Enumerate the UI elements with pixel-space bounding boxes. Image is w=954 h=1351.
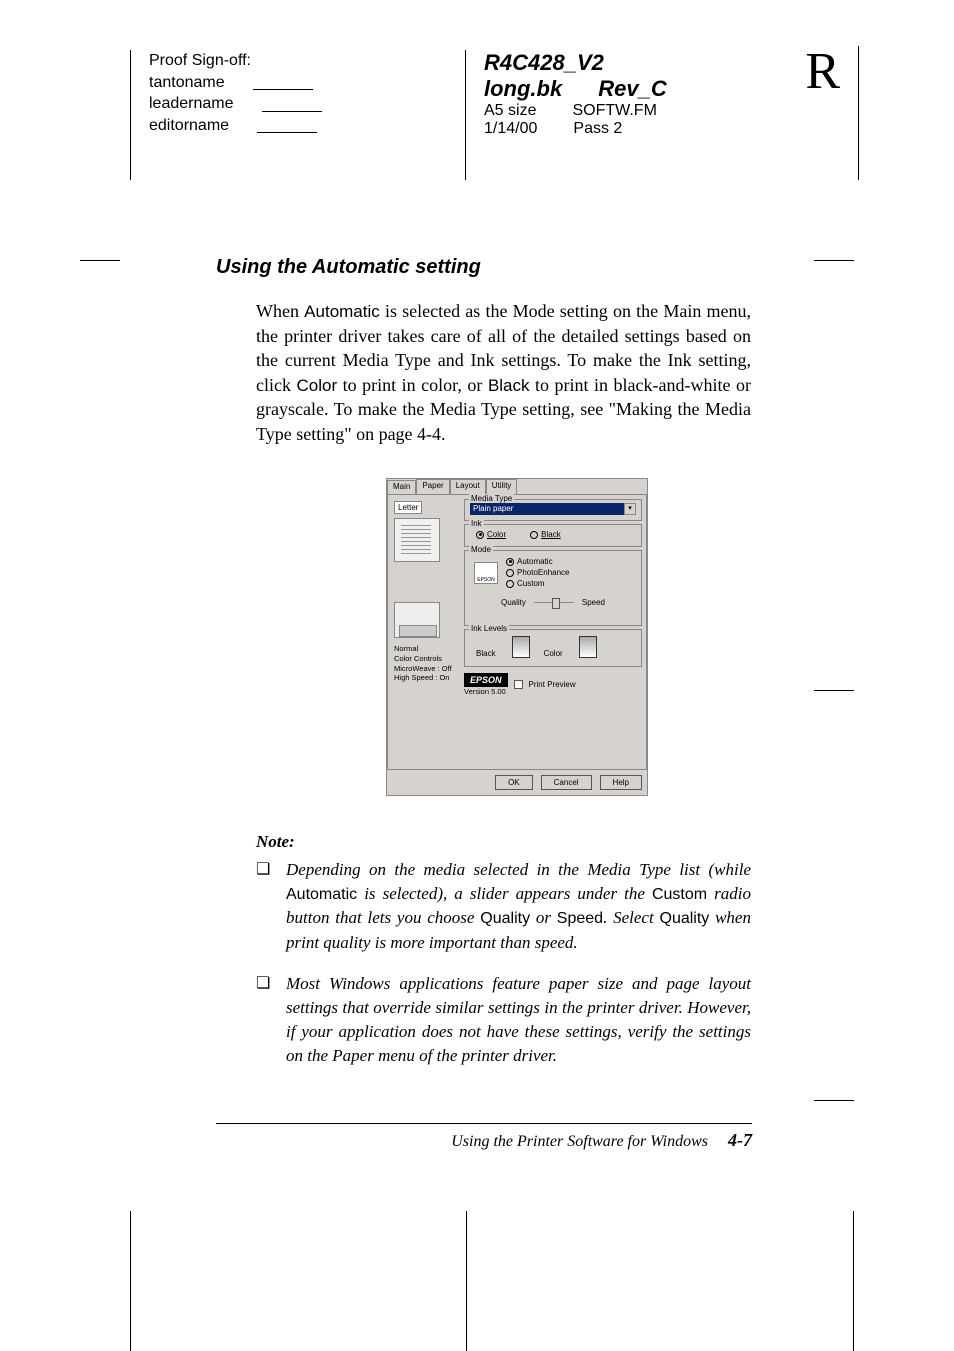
- proof-signoff-box: Proof Sign-off: tantoname leadername edi…: [130, 50, 322, 180]
- leadername-blank: [262, 90, 322, 112]
- tab-utility[interactable]: Utility: [486, 479, 518, 494]
- ok-button[interactable]: OK: [495, 775, 533, 790]
- print-preview-checkbox[interactable]: [514, 680, 523, 689]
- doc-info-box: R4C428_V2 long.bk Rev_C A5 size SOFTW.FM…: [465, 50, 667, 180]
- page-footer: Using the Printer Software for Windows 4…: [216, 1123, 752, 1151]
- bullet-icon: ❏: [256, 972, 272, 1067]
- quality-speed-slider[interactable]: [534, 602, 574, 603]
- printer-preview-icon: [394, 602, 440, 638]
- ink-color-radio[interactable]: Color: [476, 530, 506, 539]
- paper-size-badge: Letter: [394, 501, 422, 514]
- ink-color-bar: [579, 636, 597, 658]
- note-item-2: ❏ Most Windows applications feature pape…: [256, 972, 751, 1067]
- print-preview-label: Print Preview: [529, 680, 576, 689]
- dialog-screenshot: Main Paper Layout Utility Letter Normal …: [386, 478, 751, 796]
- tab-paper[interactable]: Paper: [416, 479, 449, 494]
- note-heading: Note:: [256, 832, 751, 852]
- doc-file: long.bk: [484, 76, 562, 102]
- page-side-marker: R: [805, 46, 859, 180]
- bullet-icon: ❏: [256, 858, 272, 954]
- mode-custom-radio[interactable]: Custom: [506, 578, 570, 589]
- ink-black-radio[interactable]: Black: [530, 530, 561, 539]
- media-type-fieldset: Media Type Plain paper ▾: [464, 499, 642, 521]
- ink-levels-fieldset: Ink Levels Black Color: [464, 629, 642, 667]
- tantoname-label: tantoname: [149, 72, 225, 94]
- epson-badge: EPSON: [464, 673, 508, 687]
- mode-automatic-radio[interactable]: Automatic: [506, 556, 570, 567]
- doc-fm: SOFTW.FM: [572, 102, 656, 120]
- tantoname-blank: [253, 69, 313, 91]
- footer-text: Using the Printer Software for Windows: [451, 1133, 708, 1150]
- editorname-blank: [257, 112, 317, 134]
- version-label: Version 5.00: [464, 687, 508, 696]
- doc-pass: Pass 2: [573, 120, 622, 138]
- mode-fieldset: Mode EPSON Automatic PhotoEnhance Custom…: [464, 550, 642, 626]
- page-number: 4-7: [728, 1130, 752, 1150]
- help-button[interactable]: Help: [600, 775, 642, 790]
- cancel-button[interactable]: Cancel: [541, 775, 592, 790]
- doc-code: R4C428_V2: [484, 50, 667, 76]
- status-lines: Normal Color Controls MicroWeave : Off H…: [394, 644, 460, 683]
- mode-epson-icon: EPSON: [474, 562, 498, 584]
- dropdown-arrow-icon[interactable]: ▾: [624, 503, 636, 515]
- editorname-label: editorname: [149, 115, 229, 137]
- ink-black-bar: [512, 636, 530, 658]
- tab-bar: Main Paper Layout Utility: [387, 479, 647, 494]
- mode-photoenhance-radio[interactable]: PhotoEnhance: [506, 567, 570, 578]
- tab-layout[interactable]: Layout: [450, 479, 486, 494]
- section-heading: Using the Automatic setting: [216, 256, 751, 279]
- body-paragraph: When Automatic is selected as the Mode s…: [256, 299, 751, 446]
- doc-date: 1/14/00: [484, 120, 537, 138]
- doc-rev: Rev_C: [598, 76, 666, 102]
- paper-preview-icon: [394, 518, 440, 562]
- ink-fieldset: Ink Color Black: [464, 524, 642, 547]
- leadername-label: leadername: [149, 93, 234, 115]
- doc-size: A5 size: [484, 102, 536, 120]
- tab-main[interactable]: Main: [387, 480, 416, 495]
- content-area: Using the Automatic setting When Automat…: [216, 256, 751, 1086]
- media-type-dropdown[interactable]: Plain paper ▾: [470, 503, 636, 515]
- note-item-1: ❏ Depending on the media selected in the…: [256, 858, 751, 954]
